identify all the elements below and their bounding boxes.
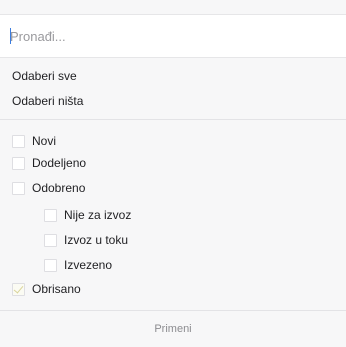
checkmark-icon	[13, 282, 24, 294]
status-option-odobreno[interactable]: Odobreno	[12, 179, 85, 197]
checkbox[interactable]	[44, 208, 57, 222]
checkbox-checked[interactable]	[12, 282, 25, 296]
checkbox[interactable]	[12, 156, 25, 170]
status-option-novi[interactable]: Novi	[12, 132, 56, 150]
status-option-label: Izvezeno	[64, 258, 113, 272]
text-caret	[10, 28, 11, 44]
status-option-label: Nije za izvoz	[64, 208, 132, 222]
checkbox[interactable]	[44, 233, 57, 247]
status-option-obrisano[interactable]: Obrisano	[12, 280, 81, 298]
divider	[0, 310, 346, 311]
status-option-izvezeno[interactable]: Izvezeno	[44, 256, 112, 274]
select-all-link[interactable]: Odaberi sve	[12, 69, 77, 83]
status-option-izvoz-u-toku[interactable]: Izvoz u toku	[44, 231, 128, 249]
divider	[0, 119, 346, 120]
status-option-label: Obrisano	[32, 282, 81, 296]
checkbox[interactable]	[44, 258, 57, 272]
search-input[interactable]	[10, 25, 330, 47]
status-option-label: Odobreno	[32, 181, 86, 195]
status-option-dodeljeno[interactable]: Dodeljeno	[12, 154, 86, 172]
status-option-label: Izvoz u toku	[64, 233, 129, 247]
checkbox[interactable]	[12, 181, 25, 195]
status-filter-dropdown: Odaberi sve Odaberi ništa Novi Dodeljeno…	[0, 0, 346, 347]
select-none-link[interactable]: Odaberi ništa	[12, 94, 83, 108]
apply-button[interactable]: Primeni	[0, 316, 346, 347]
checkbox[interactable]	[12, 134, 25, 148]
status-option-label: Novi	[32, 134, 57, 148]
status-option-nije-za-izvoz[interactable]: Nije za izvoz	[44, 206, 131, 224]
status-option-label: Dodeljeno	[32, 156, 87, 170]
search-container	[0, 14, 346, 58]
